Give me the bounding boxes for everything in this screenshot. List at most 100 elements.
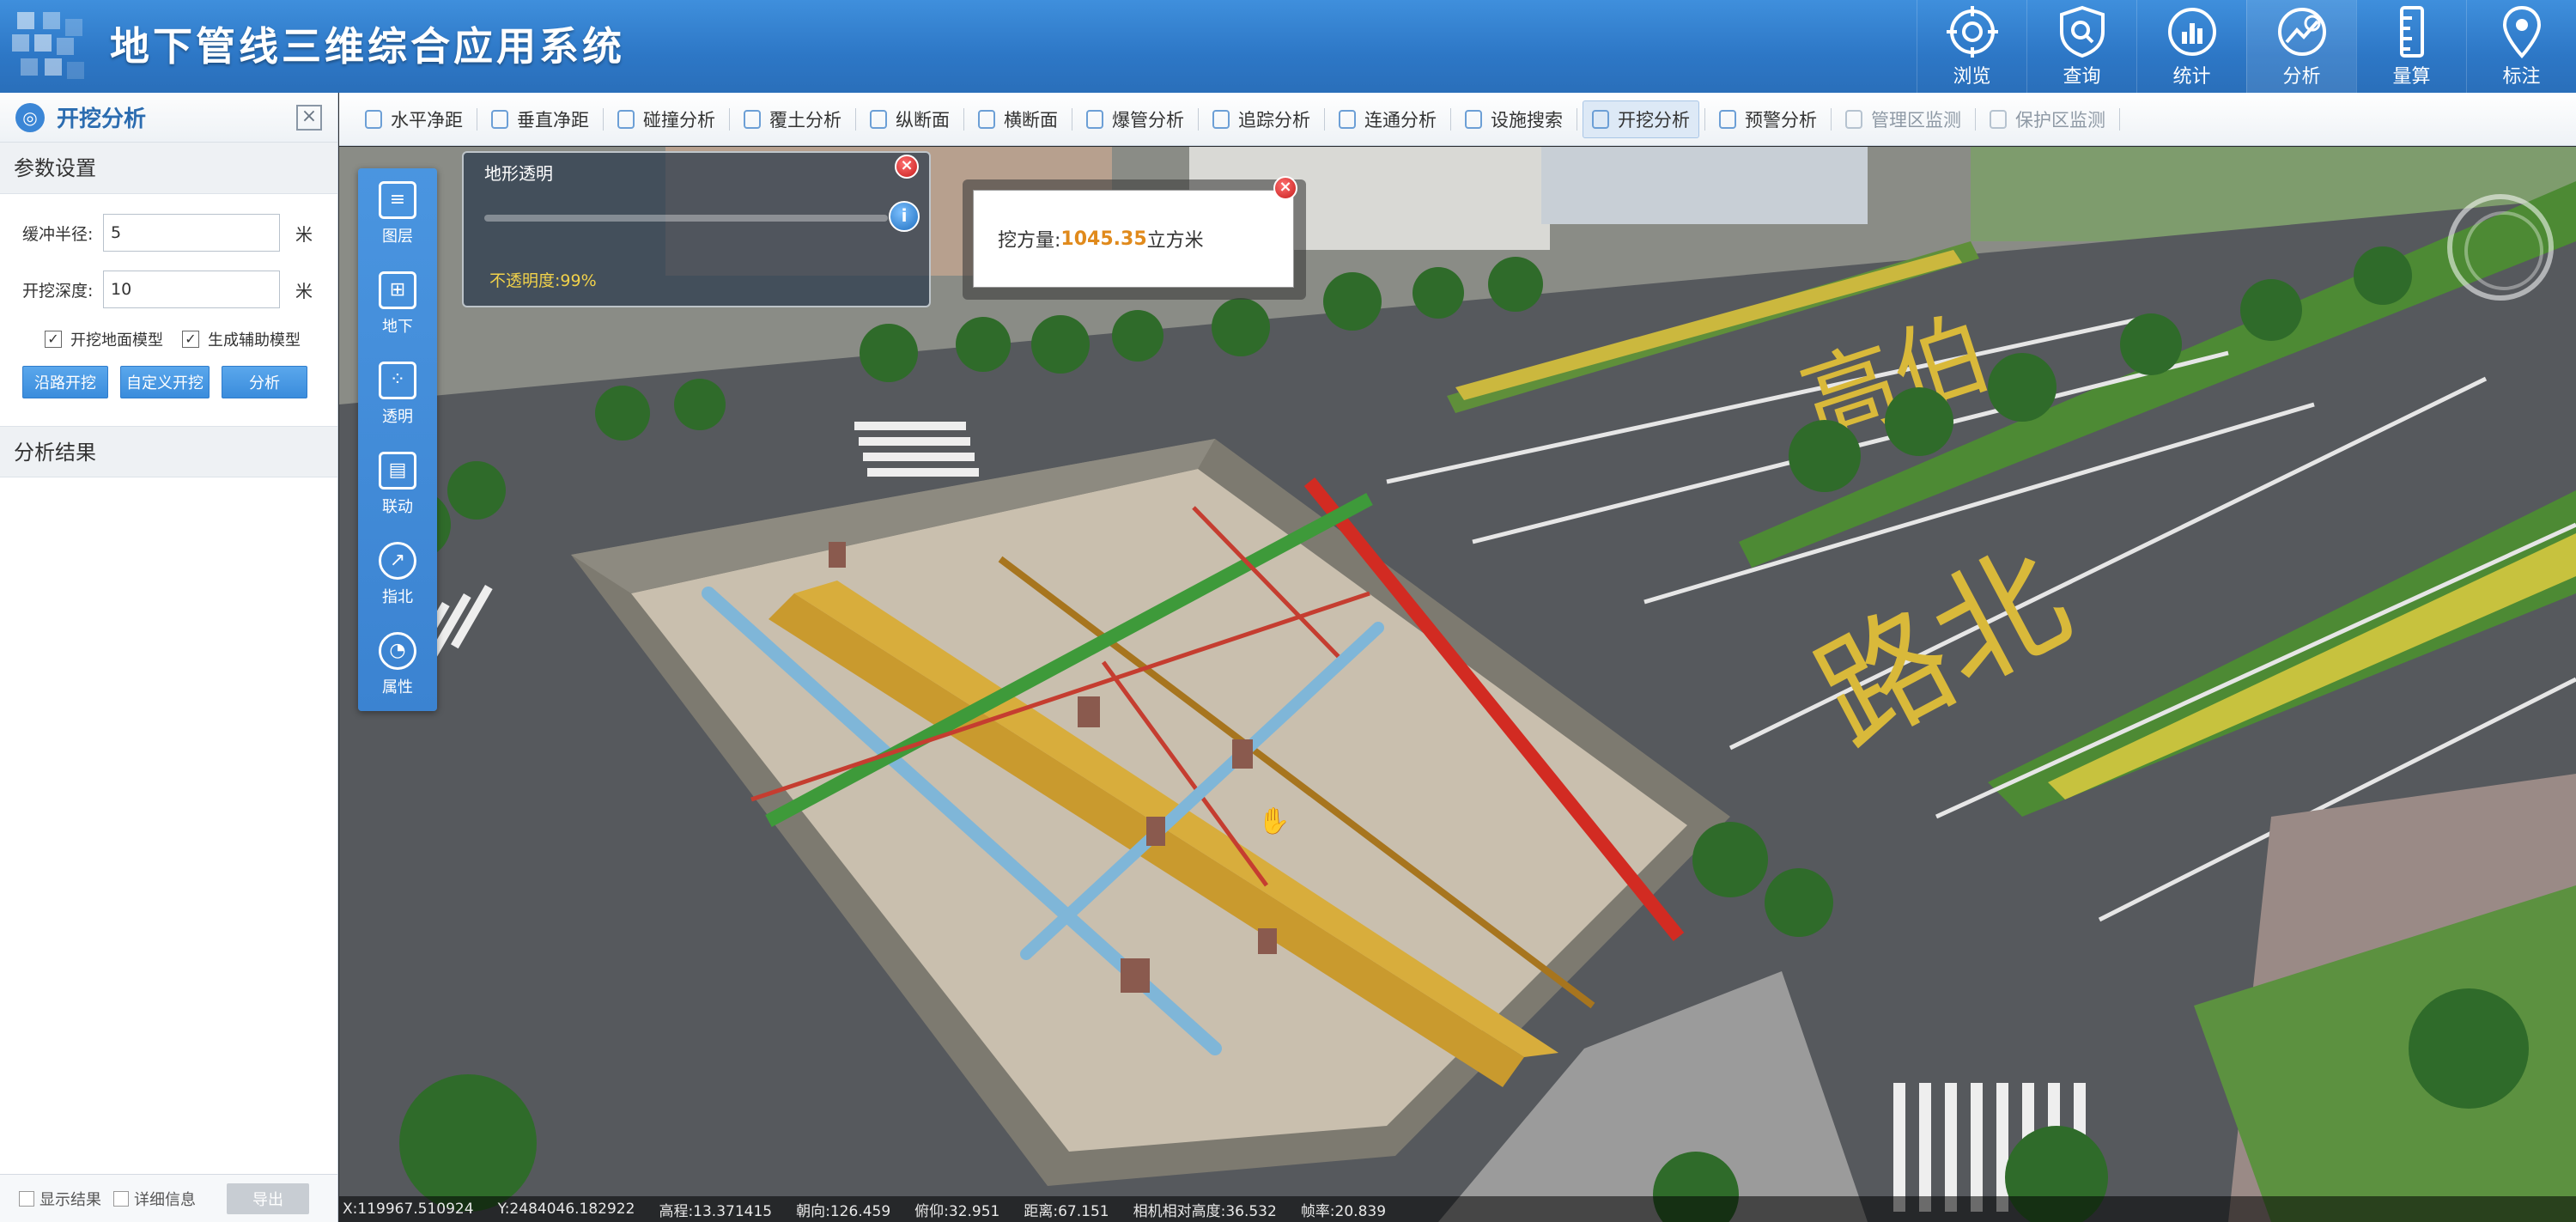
tool-facility-search[interactable]: 设施搜索: [1456, 100, 1571, 138]
side-tool-transparent[interactable]: ⁘ 透明: [358, 349, 437, 439]
app-title: 地下管线三维综合应用系统: [110, 23, 625, 70]
show-result-checkbox[interactable]: [19, 1190, 34, 1207]
tool-horizontal-clearance[interactable]: 水平净距: [356, 100, 471, 138]
navigation-compass[interactable]: [2447, 194, 2554, 301]
toolbar-divider: [1324, 107, 1325, 131]
app-logo: [12, 9, 89, 84]
side-tool-label: 透明: [382, 407, 413, 426]
pipe-burst-icon: [1086, 109, 1103, 129]
action-buttons: 沿路开挖 自定义开挖 分析: [0, 366, 337, 398]
panel-title: 开挖分析: [57, 106, 147, 132]
export-button[interactable]: 导出: [227, 1182, 309, 1214]
collision-icon: [617, 109, 635, 129]
nav-annotate-label: 标注: [2502, 66, 2541, 88]
detail-info-checkbox[interactable]: [113, 1190, 129, 1207]
toolbar-divider: [855, 107, 856, 131]
facility-search-icon: [1465, 109, 1482, 129]
side-tool-underground[interactable]: ⊞ 地下: [358, 258, 437, 349]
nav-browse-label: 浏览: [1953, 66, 1991, 88]
tool-label: 爆管分析: [1112, 109, 1184, 131]
measure-icon: [2399, 6, 2424, 58]
custom-excavate-button[interactable]: 自定义开挖: [120, 366, 210, 398]
tool-label: 追踪分析: [1238, 109, 1310, 131]
ground-model-checkbox[interactable]: ✓: [45, 331, 62, 348]
road-excavate-button[interactable]: 沿路开挖: [22, 366, 108, 398]
nav-query[interactable]: 查询: [2026, 0, 2136, 93]
tool-pipe-burst[interactable]: 爆管分析: [1078, 100, 1193, 138]
opacity-value-text: 不透明度:99%: [489, 271, 597, 290]
side-tool-label: 地下: [382, 317, 413, 336]
tool-label: 管理区监测: [1871, 109, 1961, 131]
nav-analysis[interactable]: 分析: [2246, 0, 2356, 93]
tool-cover-analysis[interactable]: 覆土分析: [735, 100, 850, 138]
buffer-radius-input[interactable]: [103, 214, 280, 252]
underground-icon: ⊞: [379, 271, 416, 309]
side-tool-linkage[interactable]: ▤ 联动: [358, 439, 437, 529]
app-header: 地下管线三维综合应用系统 浏览 查询 统计 分析 量算 标注: [0, 0, 2576, 93]
tool-protection-monitor[interactable]: 保护区监测: [1981, 100, 2114, 138]
analysis-icon: [2277, 8, 2326, 56]
side-tool-layers[interactable]: ≡ 图层: [358, 168, 437, 258]
scene-render: 高伯 路北: [339, 147, 2576, 1222]
management-monitor-icon: [1845, 109, 1862, 129]
tool-excavation-analysis[interactable]: 开挖分析: [1583, 100, 1699, 138]
status-camera-height: 相机相对高度:36.532: [1133, 1202, 1277, 1220]
ground-model-label: 开挖地面模型: [70, 331, 163, 350]
side-tool-property[interactable]: ◔ 属性: [358, 619, 437, 709]
opacity-slider-track[interactable]: [484, 215, 888, 222]
volume-popup-close-button[interactable]: ×: [1273, 176, 1297, 200]
opacity-popup-close-button[interactable]: ×: [895, 155, 919, 179]
tool-management-monitor[interactable]: 管理区监测: [1837, 100, 1970, 138]
annotate-icon: [2502, 5, 2541, 58]
tool-collision-analysis[interactable]: 碰撞分析: [609, 100, 724, 138]
excavation-depth-label: 开挖深度:: [22, 281, 94, 301]
nav-measure-label: 量算: [2392, 66, 2431, 88]
toolbar-divider: [1831, 107, 1832, 131]
vertical-clearance-icon: [491, 109, 508, 129]
panel-footer: 显示结果 详细信息 导出: [0, 1174, 337, 1222]
side-tool-label: 指北: [382, 587, 413, 606]
tool-trace-analysis[interactable]: 追踪分析: [1204, 100, 1319, 138]
scene-side-toolbar: ≡ 图层 ⊞ 地下 ⁘ 透明 ▤ 联动 ↗ 指北 ◔ 属性: [358, 168, 437, 711]
cross-section-icon: [978, 109, 995, 129]
tool-label: 开挖分析: [1618, 109, 1690, 131]
coordinate-status-bar: X:119967.510924 Y:2484046.182922 高程:13.3…: [339, 1196, 2576, 1222]
tool-warning-analysis[interactable]: 预警分析: [1710, 100, 1826, 138]
nav-browse[interactable]: 浏览: [1917, 0, 2026, 93]
params-section-title: 参数设置: [0, 143, 337, 194]
analysis-toolbar: 水平净距 垂直净距 碰撞分析 覆土分析 纵断面 横断面 爆管分析 追踪分析 连通…: [339, 93, 2576, 146]
panel-close-button[interactable]: ×: [296, 105, 322, 131]
nav-annotate[interactable]: 标注: [2466, 0, 2576, 93]
status-tilt: 俯仰:32.951: [914, 1202, 1000, 1220]
excavation-depth-input[interactable]: [103, 271, 280, 308]
protection-monitor-icon: [1990, 109, 2007, 129]
connectivity-icon: [1339, 109, 1356, 129]
buffer-radius-row: 缓冲半径: 米: [0, 204, 337, 261]
detail-info-label: 详细信息: [134, 1190, 196, 1209]
status-heading: 朝向:126.459: [796, 1202, 891, 1220]
opacity-popup-title: 地形透明: [484, 163, 553, 184]
map-3d-viewport[interactable]: 高伯 路北 ≡ 图层 ⊞ 地下 ⁘ 透明 ▤ 联动 ↗ 指北 ◔ 属性 地形透明…: [339, 147, 2576, 1222]
buffer-radius-unit: 米: [295, 223, 313, 245]
tool-label: 覆土分析: [769, 109, 841, 131]
opacity-slider-handle[interactable]: i: [889, 201, 920, 232]
volume-unit: 立方米: [1146, 230, 1204, 252]
tool-longitudinal-section[interactable]: 纵断面: [861, 100, 958, 138]
aux-model-checkbox[interactable]: ✓: [182, 331, 199, 348]
analyze-button[interactable]: 分析: [222, 366, 307, 398]
status-x: X:119967.510924: [343, 1201, 474, 1218]
tool-connectivity[interactable]: 连通分析: [1330, 100, 1445, 138]
layers-icon: ≡: [379, 180, 416, 219]
excavation-panel: ◎ 开挖分析 × 参数设置 缓冲半径: 米 开挖深度: 米 ✓ 开挖地面模型 ✓…: [0, 93, 338, 1222]
side-tool-north[interactable]: ↗ 指北: [358, 529, 437, 619]
excavation-depth-unit: 米: [295, 280, 313, 301]
tool-cross-section[interactable]: 横断面: [969, 100, 1066, 138]
longitudinal-section-icon: [870, 109, 887, 129]
nav-measure[interactable]: 量算: [2356, 0, 2466, 93]
excavation-tool-icon: [1592, 109, 1609, 129]
excavation-icon: ◎: [15, 102, 45, 132]
panel-header: ◎ 开挖分析 ×: [0, 93, 337, 143]
tool-vertical-clearance[interactable]: 垂直净距: [483, 100, 598, 138]
main-nav: 浏览 查询 统计 分析 量算 标注: [1917, 0, 2576, 93]
nav-statistics[interactable]: 统计: [2136, 0, 2246, 93]
